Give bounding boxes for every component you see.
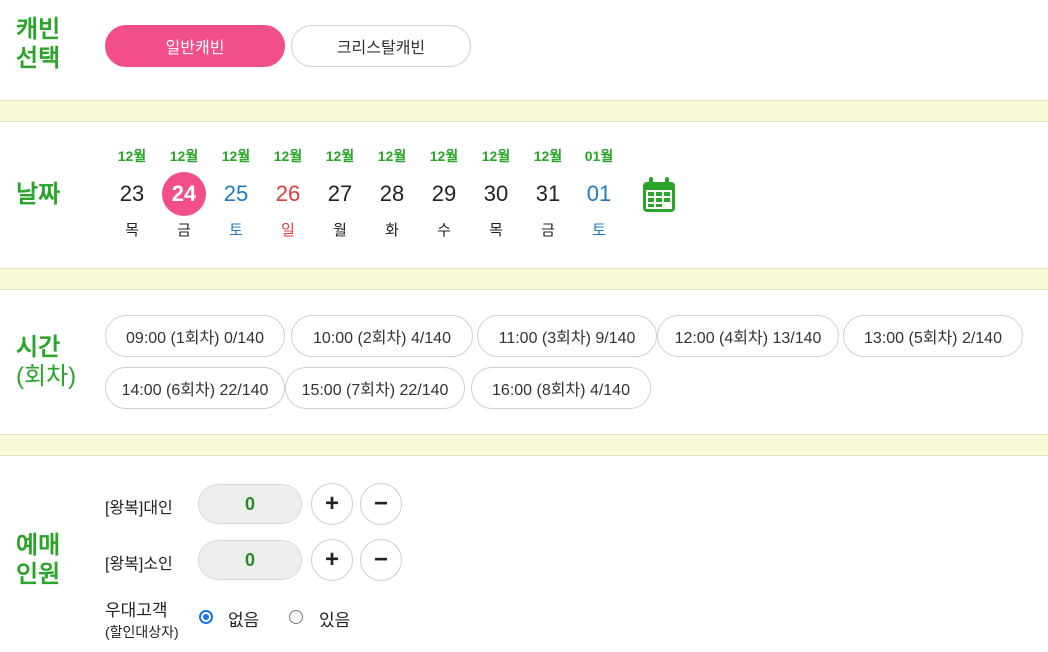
date-item[interactable]: 12월 23 목 [108,146,156,240]
date-weekday: 토 [229,222,243,239]
date-weekday: 화 [385,222,399,239]
date-day: 01 [586,181,612,206]
section-divider [0,434,1048,456]
time-slot[interactable]: 16:00 (8회차) 4/140 [471,367,651,409]
date-weekday: 수 [437,222,451,239]
cabin-label-line2: 선택 [16,45,61,72]
time-slot[interactable]: 09:00 (1회차) 0/140 [105,315,285,357]
discount-none-radio[interactable] [199,610,213,624]
date-month: 12월 [481,148,511,164]
cabin-section-label: 캐빈 선택 [16,15,60,73]
child-minus-button[interactable]: − [360,539,402,581]
date-month: 12월 [221,148,251,164]
discount-yes-radio[interactable] [289,610,303,624]
date-item[interactable]: 12월 28 화 [368,146,416,240]
cabin-option-standard[interactable]: 일반캐빈 [105,25,285,67]
date-day: 26 [275,181,301,206]
date-day: 31 [535,181,561,206]
date-month: 12월 [533,148,563,164]
date-weekday: 일 [281,222,295,239]
date-item[interactable]: 12월 24 금 [160,146,208,240]
date-day: 24 [162,172,206,216]
date-item[interactable]: 12월 27 월 [316,146,364,240]
time-slot[interactable]: 10:00 (2회차) 4/140 [291,315,473,357]
date-item[interactable]: 12월 30 목 [472,146,520,240]
date-weekday: 금 [177,222,191,239]
date-item[interactable]: 12월 26 일 [264,146,312,240]
date-day: 27 [327,181,353,206]
discount-none-label: 없음 [228,611,260,630]
time-label-line1: 시간 [16,334,61,361]
date-day: 25 [223,181,249,206]
date-month: 12월 [377,148,407,164]
date-month: 01월 [584,148,614,164]
date-weekday: 월 [333,222,347,239]
date-item[interactable]: 12월 25 토 [212,146,260,240]
date-day: 28 [379,181,405,206]
section-divider [0,100,1048,122]
child-count-field[interactable]: 0 [198,540,302,580]
adult-minus-button[interactable]: − [360,483,402,525]
date-day: 29 [431,181,457,206]
time-slot[interactable]: 11:00 (3회차) 9/140 [477,315,657,357]
date-weekday: 금 [541,222,555,239]
cabin-label-line1: 캐빈 [16,16,61,43]
passenger-label-line1: 예매 [16,532,61,559]
time-slot[interactable]: 13:00 (5회차) 2/140 [843,315,1023,357]
discount-yes-label: 있음 [319,611,351,630]
date-month: 12월 [117,148,147,164]
time-slot[interactable]: 15:00 (7회차) 22/140 [285,367,465,409]
date-weekday: 토 [592,222,606,239]
date-weekday: 목 [489,222,503,239]
date-item[interactable]: 12월 31 금 [524,146,572,240]
date-section-label: 날짜 [16,181,61,208]
child-plus-button[interactable]: + [311,539,353,581]
child-label: [왕복]소인 [105,556,173,573]
time-label-line2: (회차) [16,363,77,390]
adult-label: [왕복]대인 [105,500,173,517]
discount-sublabel: (할인대상자) [105,624,179,640]
date-item[interactable]: 12월 29 수 [420,146,468,240]
date-day: 30 [483,181,509,206]
cabin-option-crystal[interactable]: 크리스탈캐빈 [291,25,471,67]
calendar-icon[interactable] [641,176,677,214]
time-section-label: 시간 (회차) [16,333,76,391]
adult-plus-button[interactable]: + [311,483,353,525]
passenger-label-line2: 인원 [16,561,61,588]
discount-label: 우대고객 [105,601,168,620]
date-month: 12월 [325,148,355,164]
time-slot[interactable]: 12:00 (4회차) 13/140 [657,315,839,357]
date-month: 12월 [429,148,459,164]
time-slot[interactable]: 14:00 (6회차) 22/140 [105,367,285,409]
section-divider [0,268,1048,290]
adult-count-field[interactable]: 0 [198,484,302,524]
date-month: 12월 [169,148,199,164]
date-item[interactable]: 01월 01 토 [575,146,623,240]
passenger-section-label: 예매 인원 [16,531,60,589]
date-weekday: 목 [125,222,139,239]
date-day: 23 [119,181,145,206]
date-month: 12월 [273,148,303,164]
